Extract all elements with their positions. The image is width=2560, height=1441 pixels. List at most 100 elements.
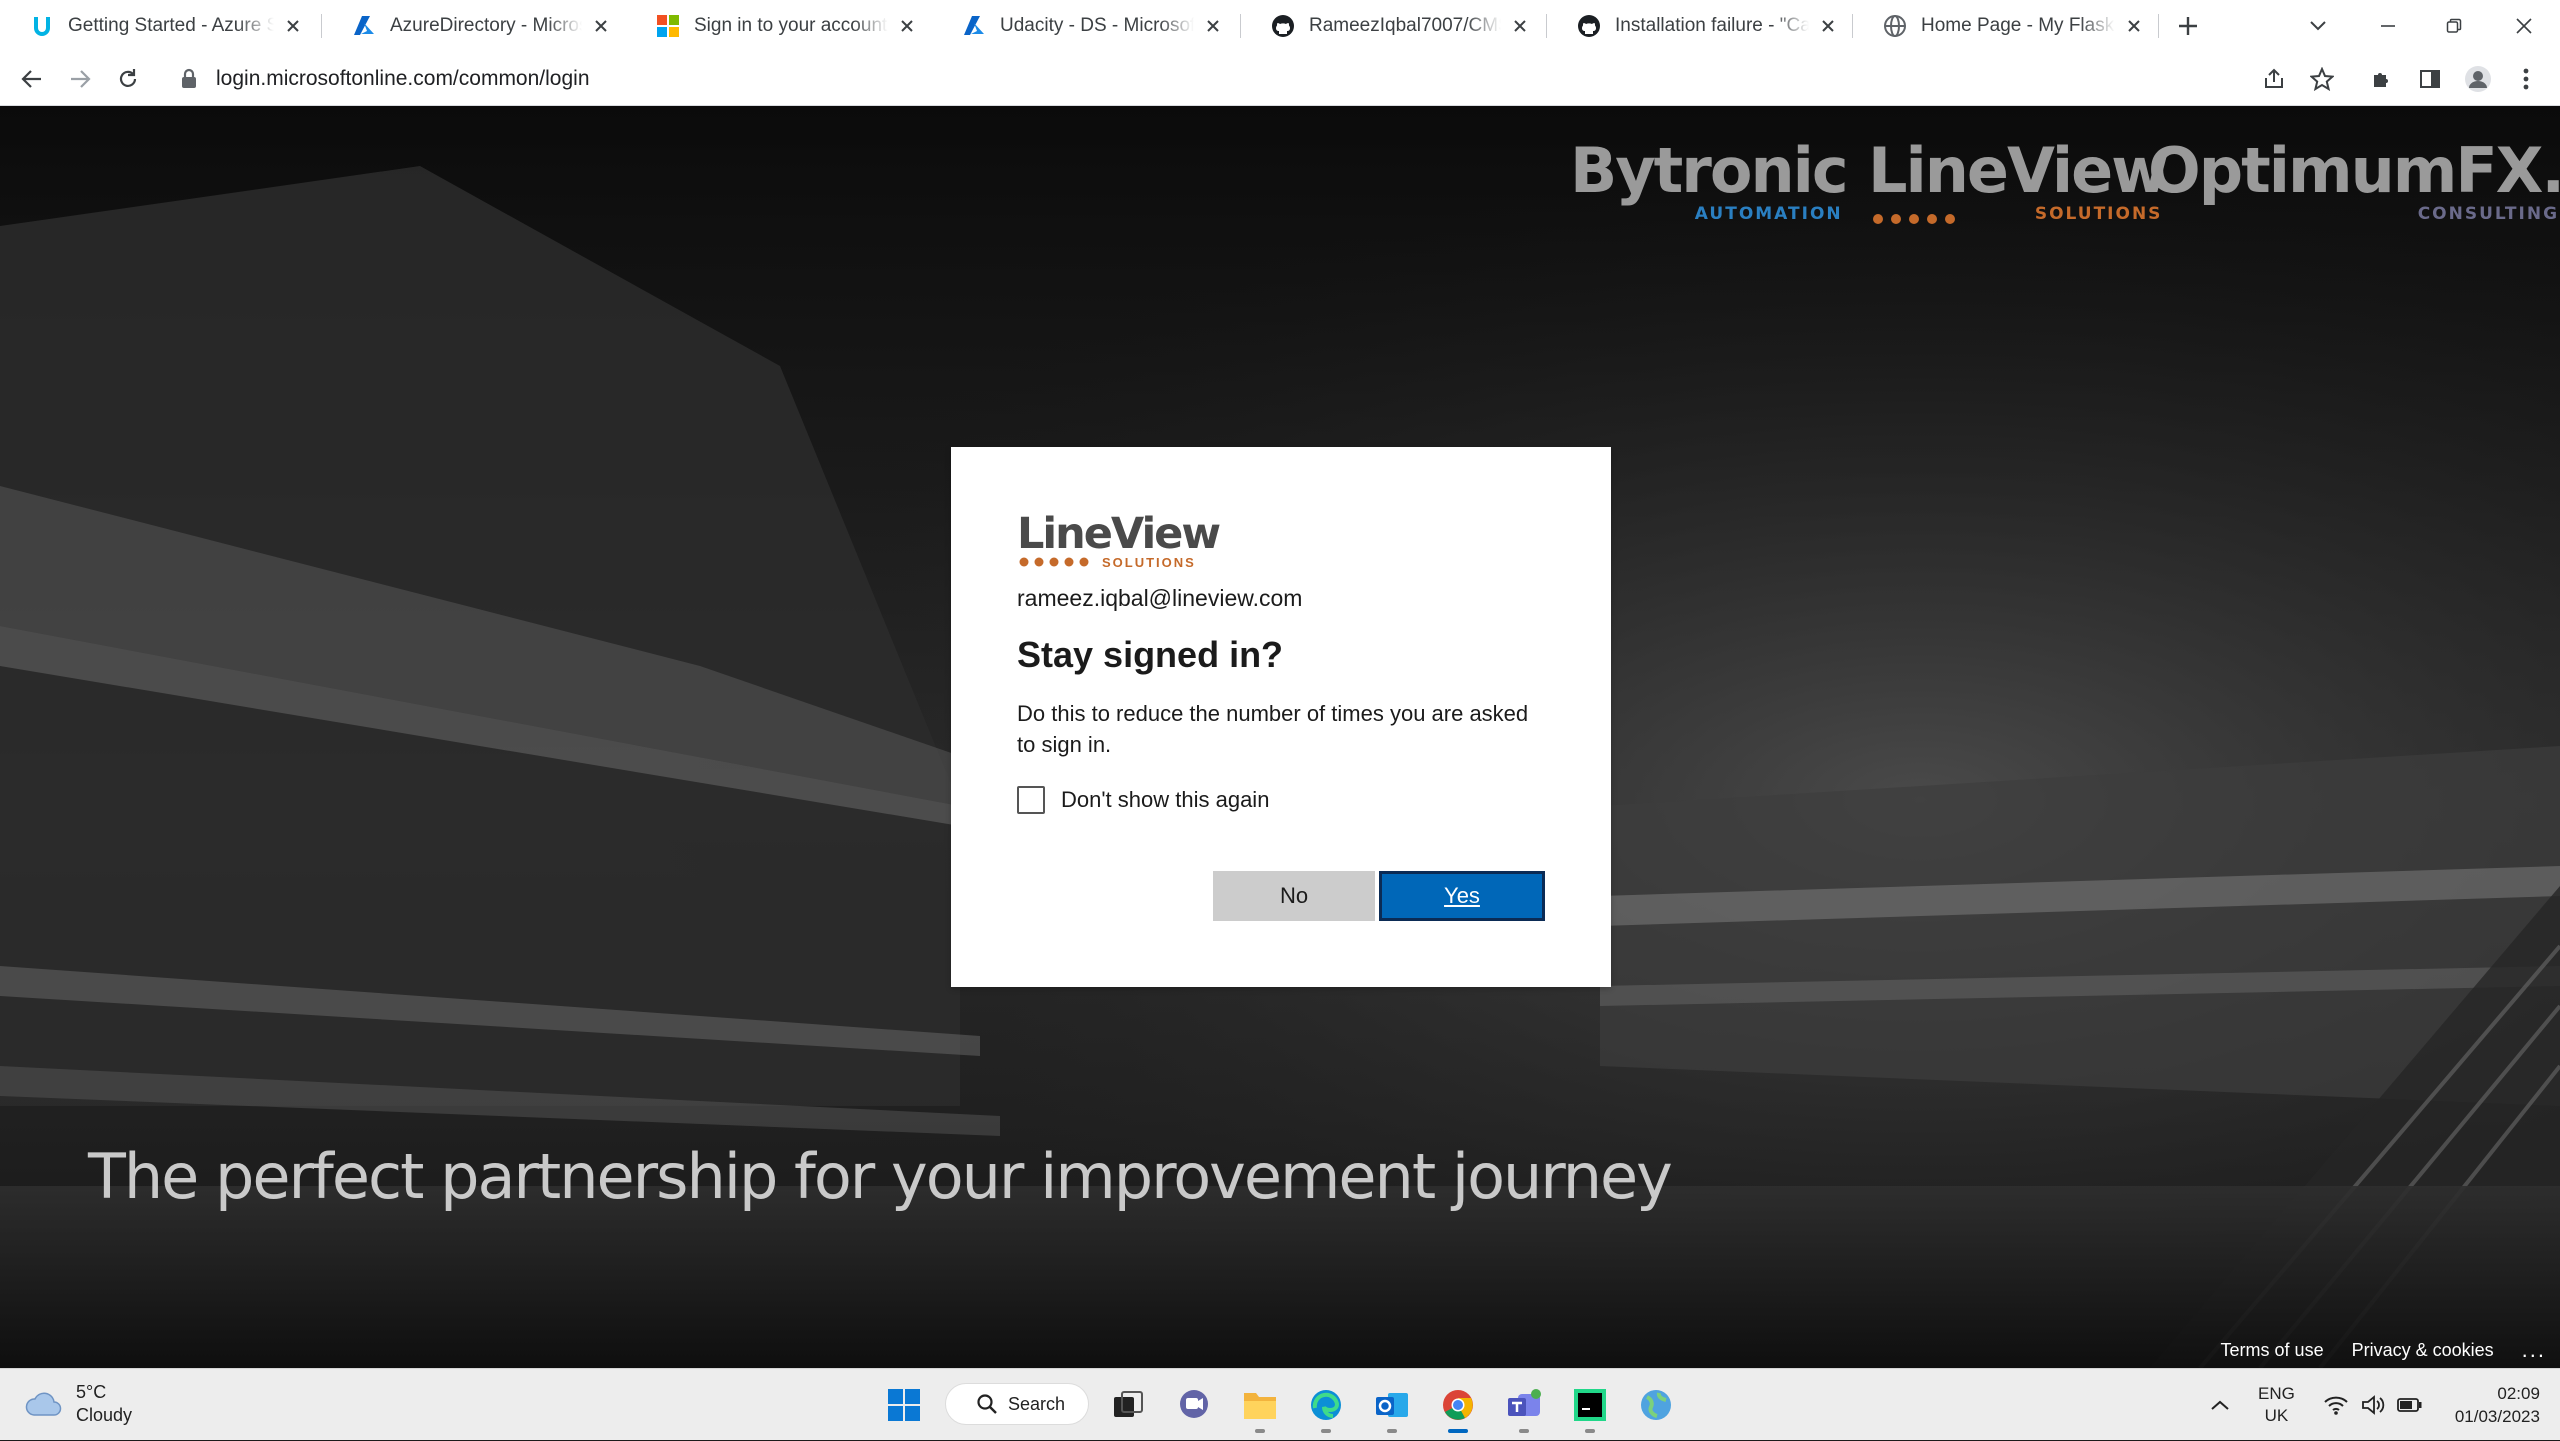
more-options-button[interactable]: ... xyxy=(2522,1337,2546,1363)
tab-title: RameezIqbal7007/CMS-Py xyxy=(1309,15,1501,36)
github-icon xyxy=(1271,14,1295,38)
edge-button[interactable] xyxy=(1304,1383,1348,1433)
browser-tab-strip: Getting Started - Azure Se AzureDirector… xyxy=(0,0,2560,52)
chevron-up-icon[interactable] xyxy=(2210,1399,2230,1411)
globe-icon xyxy=(1883,14,1907,38)
checkbox-label[interactable]: Don't show this again xyxy=(1061,787,1269,813)
reload-button[interactable] xyxy=(112,63,144,95)
star-icon xyxy=(2310,67,2334,91)
close-window-button[interactable] xyxy=(2506,8,2542,44)
url-text[interactable]: login.microsoftonline.com/common/login xyxy=(216,67,590,91)
teams-chat-button[interactable] xyxy=(1172,1383,1216,1427)
menu-button[interactable] xyxy=(2510,63,2542,95)
wifi-icon[interactable] xyxy=(2323,1394,2349,1416)
close-icon[interactable] xyxy=(1202,15,1224,37)
dont-show-again-checkbox[interactable] xyxy=(1017,786,1045,814)
share-button[interactable] xyxy=(2258,63,2290,95)
yes-button[interactable]: Yes xyxy=(1379,871,1545,921)
tab-flask-home[interactable]: Home Page - My Flask App xyxy=(1853,0,2159,52)
close-icon[interactable] xyxy=(2123,15,2145,37)
arrow-left-icon xyxy=(21,70,41,88)
minimize-icon xyxy=(2381,25,2395,27)
bytronic-logo: Bytronic AUTOMATION xyxy=(1570,134,1849,225)
close-icon[interactable] xyxy=(896,15,918,37)
chevron-down-icon xyxy=(2310,21,2326,31)
puzzle-icon xyxy=(2374,73,2388,87)
tab-search-button[interactable] xyxy=(2300,8,2336,44)
close-icon[interactable] xyxy=(1509,15,1531,37)
chrome-button[interactable] xyxy=(1436,1383,1480,1433)
forward-button[interactable] xyxy=(64,63,96,95)
arrow-right-icon xyxy=(71,70,91,88)
minimize-button[interactable] xyxy=(2370,8,2406,44)
dont-show-again-option[interactable]: Don't show this again xyxy=(1017,786,1547,814)
task-view-button[interactable] xyxy=(1106,1383,1150,1427)
close-icon[interactable] xyxy=(590,15,612,37)
time: 02:09 xyxy=(2497,1384,2540,1403)
profile-button[interactable] xyxy=(2462,63,2494,95)
lineview-logo: LineView SOLUTIONS xyxy=(1868,134,2168,224)
new-tab-button[interactable] xyxy=(2174,12,2202,40)
share-icon xyxy=(2265,68,2283,88)
taskbar-search[interactable]: Search xyxy=(945,1383,1089,1425)
close-icon[interactable] xyxy=(282,15,304,37)
privacy-link[interactable]: Privacy & cookies xyxy=(2352,1340,2494,1361)
tagline: The perfect partnership for your improve… xyxy=(88,1140,1673,1213)
back-button[interactable] xyxy=(16,63,48,95)
side-panel-button[interactable] xyxy=(2414,63,2446,95)
browser-toolbar: login.microsoftonline.com/common/login xyxy=(0,52,2560,106)
pycharm-icon xyxy=(1574,1389,1606,1421)
tab-sign-in[interactable]: Sign in to your account xyxy=(626,0,932,52)
tab-getting-started[interactable]: Getting Started - Azure Se xyxy=(0,0,318,52)
stay-signed-in-dialog: LineView SOLUTIONS rameez.iqbal@lineview… xyxy=(951,447,1611,987)
optimumfx-logo: OptimumFX. CONSULTING xyxy=(2148,134,2560,225)
kebab-menu-icon xyxy=(2523,68,2529,90)
weather-temperature: 5°C xyxy=(76,1382,107,1402)
reload-icon xyxy=(119,69,137,87)
teams-button[interactable] xyxy=(1502,1383,1546,1433)
tab-title: AzureDirectory - Microsoft xyxy=(390,15,582,36)
tab-azure-directory[interactable]: AzureDirectory - Microsoft xyxy=(322,0,626,52)
microsoft-icon xyxy=(656,14,680,38)
tab-installation-failure[interactable]: Installation failure - "Cann xyxy=(1547,0,1853,52)
restore-icon xyxy=(2446,18,2462,33)
dialog-title: Stay signed in? xyxy=(1017,634,1284,675)
close-icon[interactable] xyxy=(1817,15,1839,37)
system-tray: ENG UK 02:09 01/03/2023 xyxy=(2210,1369,2540,1441)
windows-taskbar: 5°C Cloudy Search ENG UK 02:09 01/03/202… xyxy=(0,1368,2560,1440)
close-icon xyxy=(2516,18,2532,34)
clock[interactable]: 02:09 01/03/2023 xyxy=(2455,1382,2540,1428)
chat-icon xyxy=(1180,1390,1208,1418)
lock-icon[interactable] xyxy=(178,68,200,90)
lineview-logo: LineView SOLUTIONS xyxy=(1017,509,1221,570)
date: 01/03/2023 xyxy=(2454,1407,2540,1426)
outlook-icon xyxy=(1376,1393,1408,1417)
weather-widget[interactable]: 5°C Cloudy xyxy=(24,1381,132,1427)
start-button[interactable] xyxy=(882,1383,926,1427)
extensions-button[interactable] xyxy=(2366,63,2398,95)
language-indicator[interactable]: ENG UK xyxy=(2258,1383,2295,1427)
battery-icon[interactable] xyxy=(2396,1396,2423,1414)
volume-icon[interactable] xyxy=(2361,1394,2385,1416)
earth-app-button[interactable] xyxy=(1634,1383,1678,1427)
globe-icon xyxy=(1641,1390,1671,1420)
cloud-icon xyxy=(25,1392,62,1416)
bookmark-button[interactable] xyxy=(2306,63,2338,95)
tab-github-cms[interactable]: RameezIqbal7007/CMS-Py xyxy=(1241,0,1545,52)
azure-icon xyxy=(962,14,986,38)
restore-button[interactable] xyxy=(2436,8,2472,44)
file-explorer-button[interactable] xyxy=(1238,1383,1282,1433)
tab-udacity-ds[interactable]: Udacity - DS - Microsoft A xyxy=(932,0,1238,52)
account-email: rameez.iqbal@lineview.com xyxy=(1017,585,1303,611)
chrome-icon xyxy=(1443,1390,1473,1420)
outlook-button[interactable] xyxy=(1370,1383,1414,1433)
tab-title: Installation failure - "Cann xyxy=(1615,15,1809,36)
footer-links: Terms of use Privacy & cookies ... xyxy=(2221,1332,2560,1368)
terms-link[interactable]: Terms of use xyxy=(2221,1340,2324,1361)
address-bar[interactable]: login.microsoftonline.com/common/login xyxy=(164,58,2504,100)
task-view-icon xyxy=(1114,1391,1143,1417)
no-button[interactable]: No xyxy=(1213,871,1375,921)
folder-icon xyxy=(1244,1393,1276,1419)
tab-title: Sign in to your account xyxy=(694,15,888,36)
pycharm-button[interactable] xyxy=(1568,1383,1612,1433)
